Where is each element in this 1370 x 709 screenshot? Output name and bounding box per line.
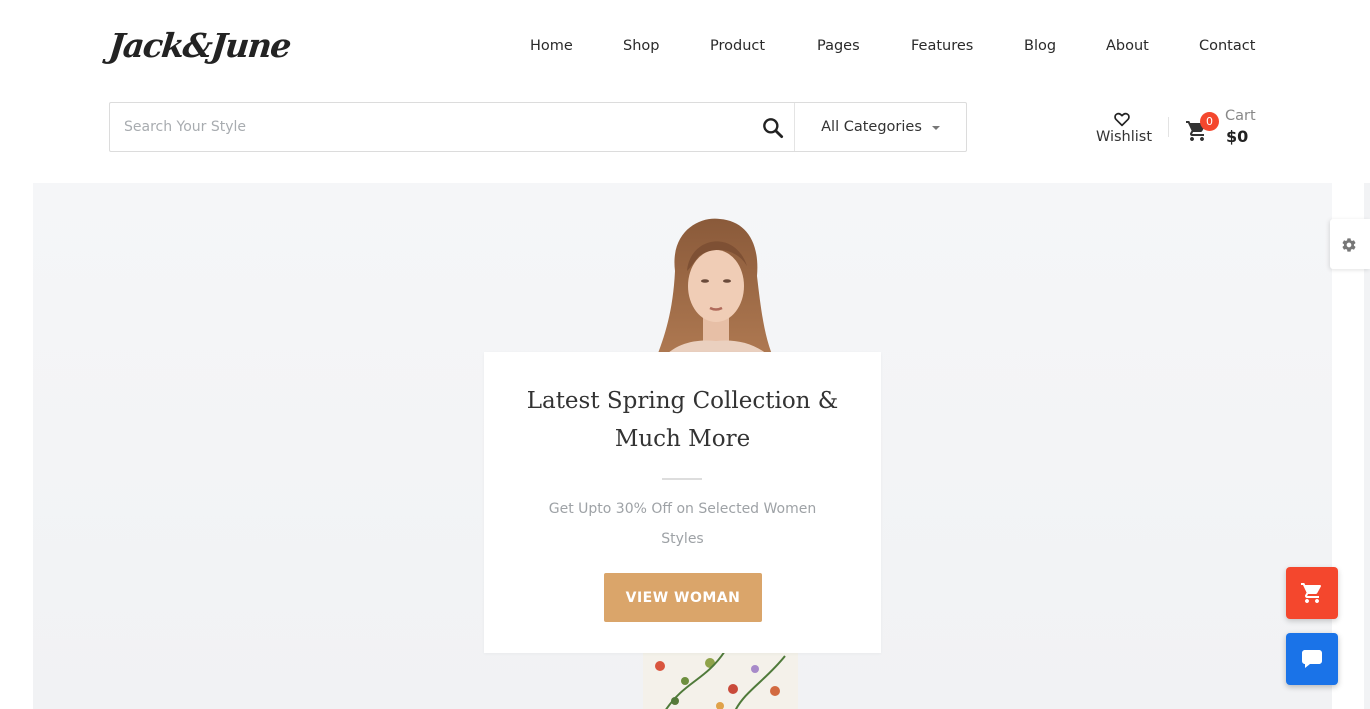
nav-item-features[interactable]: Features bbox=[911, 38, 973, 54]
search-bar: All Categories bbox=[109, 102, 967, 152]
header-divider bbox=[1168, 117, 1169, 137]
nav-item-about[interactable]: About bbox=[1106, 38, 1149, 54]
search-input[interactable] bbox=[110, 103, 770, 151]
shopping-cart-icon bbox=[1301, 583, 1322, 603]
nav-item-pages[interactable]: Pages bbox=[817, 38, 860, 54]
wishlist-link[interactable]: Wishlist bbox=[1092, 108, 1156, 148]
nav-item-shop[interactable]: Shop bbox=[623, 38, 659, 54]
nav-item-product[interactable]: Product bbox=[710, 38, 765, 54]
cart-count-badge: 0 bbox=[1200, 112, 1219, 131]
cart-label[interactable]: Cart bbox=[1225, 108, 1256, 124]
floating-cart-button[interactable] bbox=[1286, 567, 1338, 619]
cart-total: $0 bbox=[1226, 127, 1249, 146]
nav-item-home[interactable]: Home bbox=[530, 38, 573, 54]
nav-item-blog[interactable]: Blog bbox=[1024, 38, 1056, 54]
nav-item-contact[interactable]: Contact bbox=[1199, 38, 1255, 54]
category-dropdown[interactable]: All Categories bbox=[795, 103, 966, 151]
settings-tab[interactable] bbox=[1330, 219, 1370, 269]
hero-banner: Latest Spring Collection & Much More Get… bbox=[33, 183, 1332, 709]
view-woman-button[interactable]: VIEW WOMAN bbox=[604, 573, 762, 622]
floating-chat-button[interactable] bbox=[1286, 633, 1338, 685]
chat-icon bbox=[1302, 650, 1322, 668]
wishlist-label: Wishlist bbox=[1095, 129, 1153, 145]
caret-down-icon bbox=[931, 126, 940, 130]
promo-card: Latest Spring Collection & Much More Get… bbox=[484, 352, 881, 653]
promo-title: Latest Spring Collection & Much More bbox=[526, 388, 839, 452]
search-button[interactable] bbox=[760, 115, 786, 141]
category-dropdown-label: All Categories bbox=[821, 119, 922, 135]
gear-icon bbox=[1342, 238, 1356, 252]
search-icon bbox=[763, 118, 784, 139]
promo-divider bbox=[662, 478, 702, 480]
promo-subtitle: Get Upto 30% Off on Selected Women Style… bbox=[548, 501, 817, 547]
brand-logo[interactable]: Jack&June bbox=[106, 22, 292, 70]
heart-icon bbox=[1114, 112, 1130, 127]
